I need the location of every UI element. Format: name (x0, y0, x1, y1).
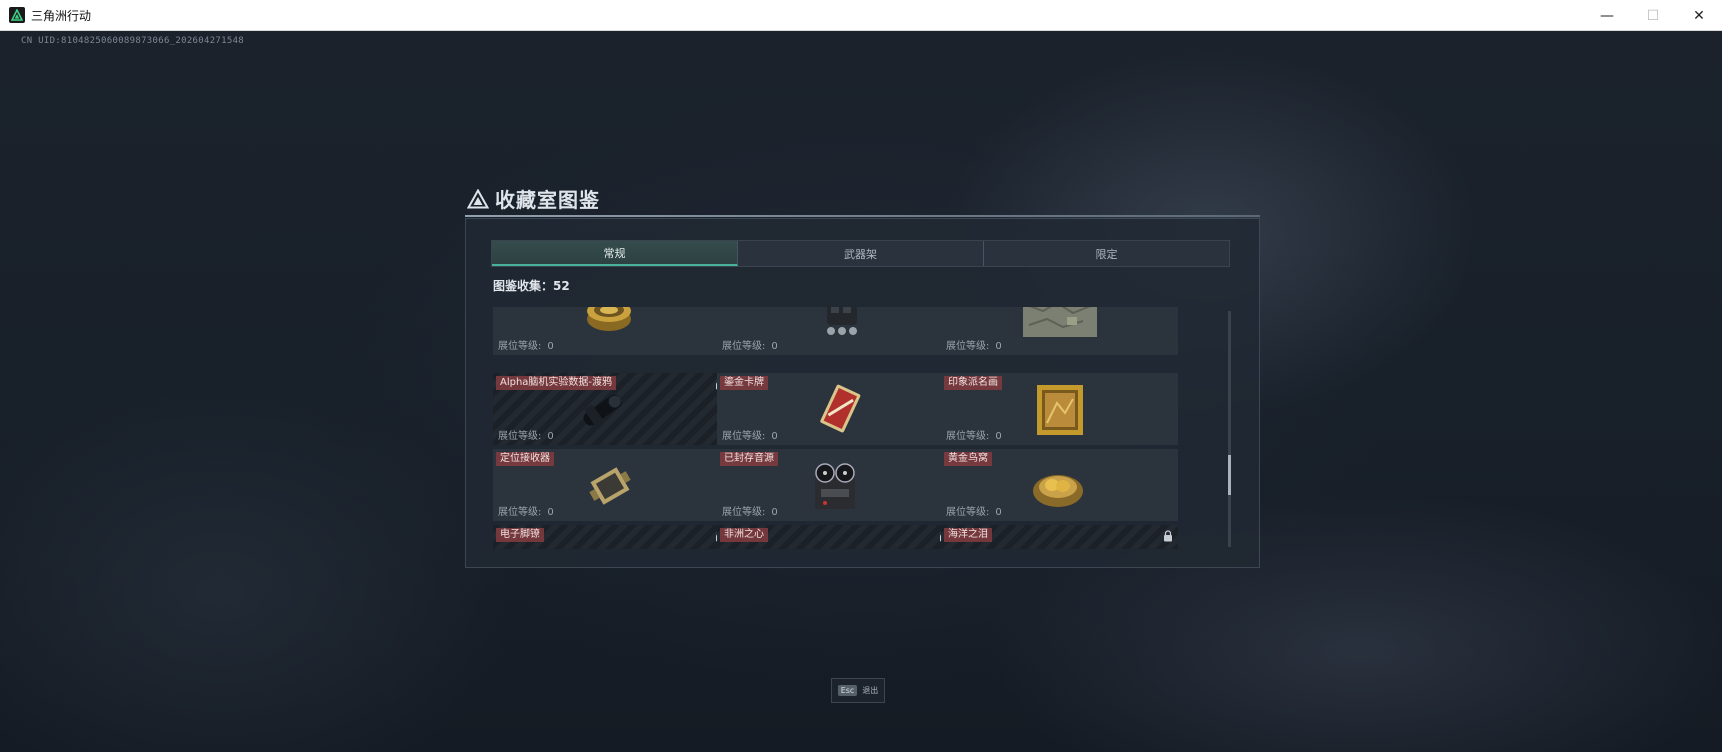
item-name-tag: 电子脚镣 (496, 528, 544, 542)
item-name-tag: 印象派名画 (944, 376, 1002, 390)
panel-header: 收藏室图鉴 (467, 184, 600, 213)
item-name-tag: 非洲之心 (720, 528, 768, 542)
booth-level-label: 展位等级: (722, 507, 766, 518)
booth-level: 展位等级: 0 (498, 503, 554, 518)
gps-receiver-icon (585, 461, 635, 515)
window-title-bar: 三角洲行动 — ☐ ✕ (0, 0, 1722, 31)
collection-count-label: 图鉴收集： (493, 279, 554, 293)
gold-card-icon (817, 383, 861, 439)
ankle-monitor-icon (591, 539, 631, 549)
gold-frame-painting-icon (1035, 383, 1085, 441)
uid-watermark: CN UID:8104825060089873066_202604271548 (21, 36, 245, 46)
collection-panel: 常规 武器架 限定 图鉴收集：52 展位等级: 0 展位等级: 0 展位等级: 0 Alph… (465, 218, 1260, 568)
booth-level: 展位等级: 0 (498, 427, 554, 442)
collection-item-card[interactable]: 黄金鸟窝展位等级: 0 (941, 449, 1178, 521)
item-name-tag: 黄金鸟窝 (944, 452, 992, 466)
tab-limited[interactable]: 限定 (984, 241, 1229, 266)
booth-level: 展位等级: 0 (722, 427, 778, 442)
booth-level-value: 0 (547, 431, 554, 442)
delta-logo-icon (467, 188, 489, 208)
title-divider (465, 215, 1260, 217)
app-logo-icon (9, 7, 25, 23)
item-grid: 展位等级: 0 展位等级: 0 展位等级: 0 Alpha脑机实验数据-渡鸦 展位等级: 0 鎏金… (493, 307, 1235, 549)
booth-level-label: 展位等级: (722, 341, 766, 352)
collection-item-card[interactable]: 电子脚镣 (493, 525, 730, 549)
collection-item-card[interactable]: 已封存音源展位等级: 0 (717, 449, 954, 521)
booth-level-label: 展位等级: (946, 507, 990, 518)
item-name-tag: 海洋之泪 (944, 528, 992, 542)
booth-level: 展位等级: 0 (946, 503, 1002, 518)
collection-item-card[interactable]: 鎏金卡牌展位等级: 0 (717, 373, 954, 445)
collection-item-card[interactable]: 展位等级: 0 (493, 307, 730, 355)
booth-level-value: 0 (547, 341, 554, 352)
gold-canister-icon (585, 307, 633, 337)
booth-level-value: 0 (771, 431, 778, 442)
collection-item-card[interactable]: 非洲之心 (717, 525, 954, 549)
item-name-tag: Alpha脑机实验数据-渡鸦 (496, 376, 617, 390)
booth-level-label: 展位等级: (722, 431, 766, 442)
booth-level-label: 展位等级: (498, 341, 542, 352)
collection-count-value: 52 (553, 279, 570, 293)
booth-level-value: 0 (995, 431, 1002, 442)
panel-title: 收藏室图鉴 (495, 188, 600, 212)
item-name-tag: 定位接收器 (496, 452, 554, 466)
black-device-icon (821, 307, 863, 341)
maximize-button[interactable]: ☐ (1630, 0, 1676, 31)
golden-nest-icon (1031, 465, 1085, 513)
collection-item-card[interactable]: 展位等级: 0 (717, 307, 954, 355)
scrollbar[interactable] (1228, 311, 1231, 547)
collection-item-card[interactable]: 海洋之泪 (941, 525, 1178, 549)
exit-button[interactable]: Esc 退出 (831, 678, 885, 703)
booth-level-value: 0 (771, 341, 778, 352)
item-name-tag: 鎏金卡牌 (720, 376, 768, 390)
gem-icon (1039, 539, 1079, 549)
booth-level-label: 展位等级: (946, 431, 990, 442)
booth-level: 展位等级: 0 (722, 337, 778, 352)
reel-recorder-icon (809, 461, 861, 517)
scroll-thumb[interactable] (1228, 455, 1231, 495)
collection-item-card[interactable]: Alpha脑机实验数据-渡鸦 展位等级: 0 (493, 373, 730, 445)
window-title: 三角洲行动 (31, 8, 92, 23)
booth-level-label: 展位等级: (498, 507, 542, 518)
close-button[interactable]: ✕ (1676, 0, 1722, 31)
booth-level-value: 0 (995, 341, 1002, 352)
collection-count: 图鉴收集：52 (493, 277, 570, 294)
map-icon (1023, 307, 1097, 341)
scope-device-icon (578, 385, 628, 441)
collection-item-card[interactable]: 印象派名画展位等级: 0 (941, 373, 1178, 445)
booth-level: 展位等级: 0 (498, 337, 554, 352)
booth-level-label: 展位等级: (498, 431, 542, 442)
lock-icon (1164, 530, 1172, 542)
exit-label: 退出 (862, 686, 879, 695)
booth-level: 展位等级: 0 (946, 337, 1002, 352)
item-name-tag: 已封存音源 (720, 452, 778, 466)
game-viewport: CN UID:8104825060089873066_202604271548 … (0, 31, 1722, 752)
gem-icon (815, 539, 855, 549)
collection-item-card[interactable]: 定位接收器展位等级: 0 (493, 449, 730, 521)
booth-level: 展位等级: 0 (946, 427, 1002, 442)
booth-level: 展位等级: 0 (722, 503, 778, 518)
tab-bar: 常规 武器架 限定 (491, 240, 1230, 267)
booth-level-value: 0 (771, 507, 778, 518)
booth-level-label: 展位等级: (946, 341, 990, 352)
collection-item-card[interactable]: 展位等级: 0 (941, 307, 1178, 355)
minimize-button[interactable]: — (1584, 0, 1630, 31)
tab-regular[interactable]: 常规 (492, 241, 738, 266)
tab-weapon-rack[interactable]: 武器架 (738, 241, 984, 266)
booth-level-value: 0 (547, 507, 554, 518)
booth-level-value: 0 (995, 507, 1002, 518)
esc-key-badge: Esc (837, 685, 858, 696)
